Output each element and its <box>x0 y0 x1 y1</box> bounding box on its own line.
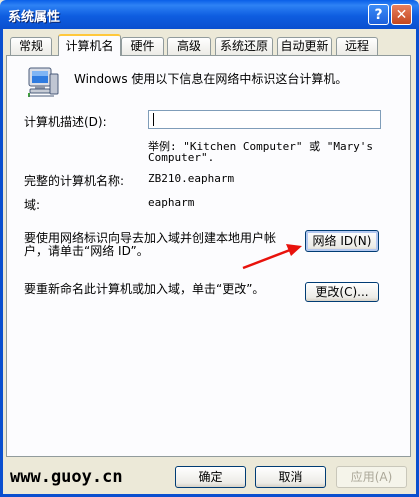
ok-button[interactable]: 确定 <box>175 466 246 488</box>
change-button[interactable]: 更改(C)... <box>305 282 379 302</box>
cancel-button[interactable]: 取消 <box>255 466 326 488</box>
rename-text: 要重新命名此计算机或加入域，单击“更改”。 <box>24 282 265 296</box>
red-arrow-annotation <box>242 244 302 270</box>
tab-computer-name[interactable]: 计算机名 <box>58 34 121 56</box>
apply-button[interactable]: 应用(A) <box>336 466 407 488</box>
watermark-text: www.guoy.cn <box>10 467 123 487</box>
